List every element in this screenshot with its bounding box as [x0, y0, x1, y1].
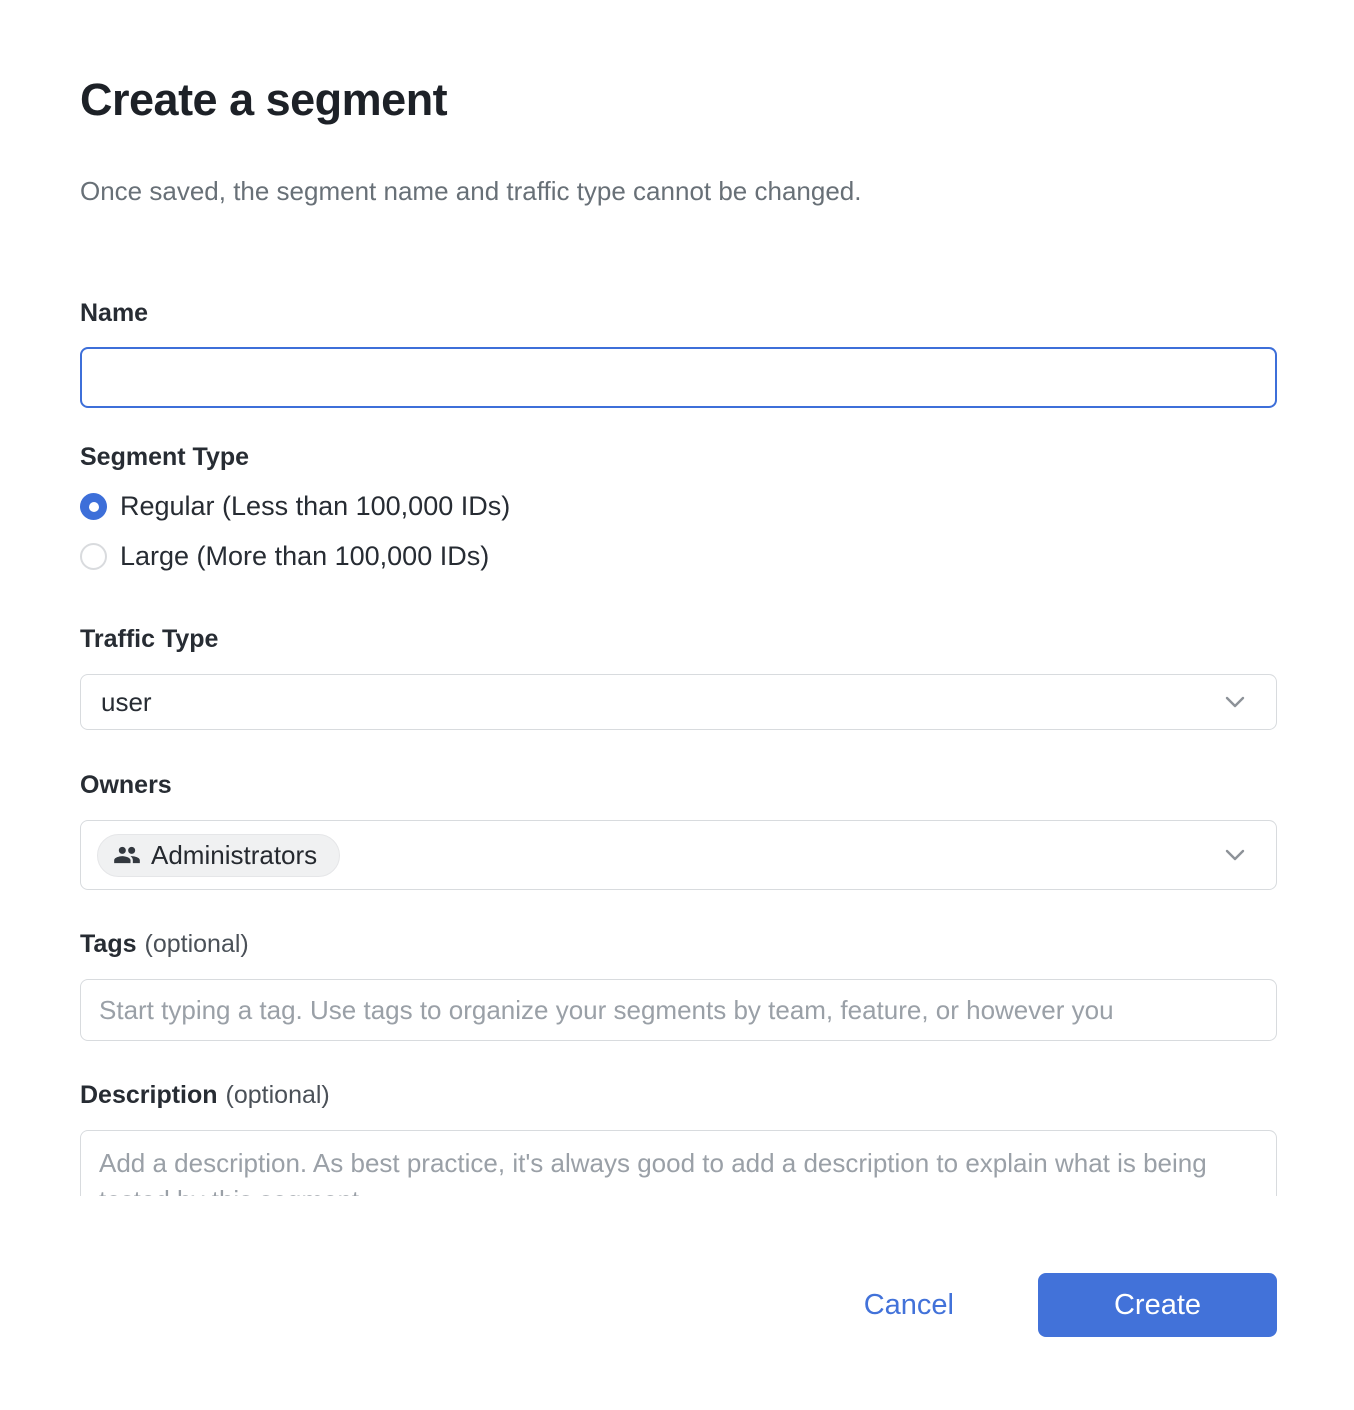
- segment-type-field: Segment Type Regular (Less than 100,000 …: [80, 443, 1277, 572]
- chevron-down-icon: [1220, 687, 1250, 717]
- create-button[interactable]: Create: [1038, 1273, 1277, 1337]
- owners-label: Owners: [80, 771, 1277, 800]
- owner-chip-label: Administrators: [151, 840, 317, 871]
- people-icon: [113, 841, 141, 869]
- dialog-footer: Cancel Create: [80, 1273, 1277, 1337]
- traffic-type-label: Traffic Type: [80, 625, 1277, 654]
- owner-chip-administrators[interactable]: Administrators: [97, 834, 340, 877]
- tags-field: Tags (optional): [80, 930, 1277, 1041]
- tags-label: Tags: [80, 930, 137, 958]
- segment-type-option-large[interactable]: Large (More than 100,000 IDs): [80, 541, 1277, 572]
- cancel-button[interactable]: Cancel: [864, 1289, 954, 1322]
- traffic-type-value: user: [101, 687, 152, 718]
- owners-field: Owners Administrators: [80, 771, 1277, 890]
- page-subtitle: Once saved, the segment name and traffic…: [80, 176, 1277, 207]
- description-label: Description: [80, 1081, 218, 1109]
- radio-option-label: Regular (Less than 100,000 IDs): [120, 491, 510, 522]
- segment-type-label: Segment Type: [80, 443, 1277, 472]
- description-textarea[interactable]: [80, 1130, 1277, 1196]
- tags-input[interactable]: [80, 979, 1277, 1041]
- traffic-type-select[interactable]: user: [80, 674, 1277, 730]
- name-field: Name: [80, 299, 1277, 408]
- name-label: Name: [80, 299, 1277, 328]
- chevron-down-icon: [1220, 840, 1250, 870]
- create-segment-dialog: Create a segment Once saved, the segment…: [0, 0, 1354, 1337]
- name-input[interactable]: [80, 347, 1277, 408]
- description-optional-note: (optional): [226, 1081, 330, 1109]
- radio-unselected-icon[interactable]: [80, 543, 107, 570]
- tags-label-row: Tags (optional): [80, 930, 1277, 959]
- tags-optional-note: (optional): [145, 930, 249, 958]
- description-label-row: Description (optional): [80, 1081, 1277, 1110]
- radio-option-label: Large (More than 100,000 IDs): [120, 541, 489, 572]
- description-field: Description (optional): [80, 1081, 1277, 1196]
- traffic-type-field: Traffic Type user: [80, 625, 1277, 730]
- segment-type-option-regular[interactable]: Regular (Less than 100,000 IDs): [80, 491, 1277, 522]
- radio-selected-icon[interactable]: [80, 493, 107, 520]
- owners-select[interactable]: Administrators: [80, 820, 1277, 890]
- page-title: Create a segment: [80, 74, 1277, 126]
